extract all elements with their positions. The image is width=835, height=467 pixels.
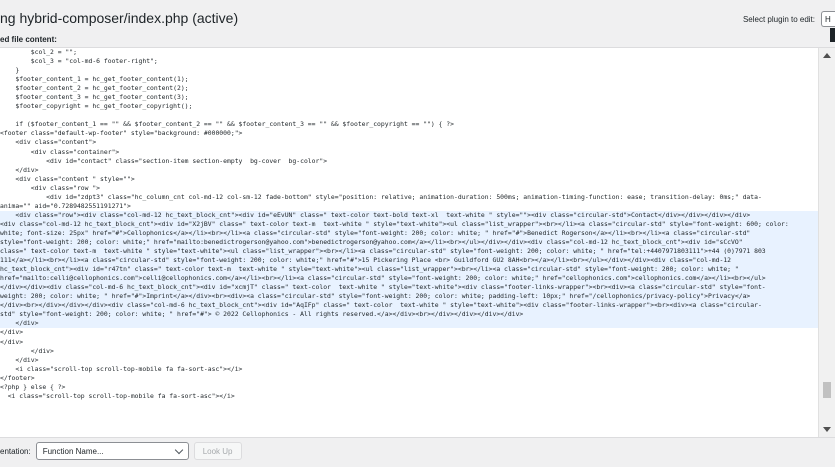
code-line[interactable]: </div> [0, 356, 818, 365]
code-line[interactable]: if ($footer_content_1 == "" && $footer_c… [0, 120, 818, 129]
code-line[interactable]: white; font-size: 25px" href="#">Celloph… [0, 228, 818, 238]
code-line[interactable]: </div><br></div></div></div><div class="… [0, 301, 818, 311]
scroll-up-arrow-icon[interactable] [823, 53, 831, 58]
code-line[interactable]: } [0, 66, 818, 75]
look-up-button[interactable]: Look Up [193, 442, 242, 460]
function-select-value: Function Name... [42, 446, 104, 456]
select-plugin-label: Select plugin to edit: [742, 14, 815, 24]
function-name-select[interactable]: Function Name... [35, 442, 189, 460]
page-title: ng hybrid-composer/index.php (active) [0, 10, 239, 26]
code-line[interactable]: <footer class="default-wp-footer" style=… [0, 129, 818, 138]
documentation-row: entation: Function Name... Look Up [0, 442, 242, 460]
code-line[interactable]: 111</a></li><br></li><a class="circular-… [0, 256, 818, 266]
code-line[interactable]: <div class="content " style=""> [0, 175, 818, 184]
code-line[interactable]: <div class="container"> [0, 148, 818, 157]
code-line[interactable]: style="font-weight: 200; color: white;" … [0, 237, 818, 248]
code-area[interactable]: $col_2 = ""; $col_3 = "col-md-6 footer-r… [0, 48, 818, 437]
code-line[interactable]: href="mailto:celli@cellophonics.com">cel… [0, 274, 818, 284]
code-line[interactable]: hc_text_block_cnt"><div id="r47tn" class… [0, 265, 818, 275]
code-line[interactable]: $col_2 = ""; [0, 48, 818, 57]
code-line[interactable]: $footer_content_2 = hc_get_footer_conten… [0, 84, 818, 93]
code-line[interactable]: $footer_copyright = hc_get_footer_copyri… [0, 102, 818, 111]
code-line[interactable]: <div class="col-md-12 hc_text_block_cnt"… [0, 219, 818, 229]
code-line[interactable]: </div> [0, 328, 818, 337]
selected-file-label: ed file content: [0, 35, 57, 44]
code-editor[interactable]: $col_2 = ""; $col_3 = "col-md-6 footer-r… [0, 47, 835, 438]
code-line[interactable]: <i class="scroll-top scroll-top-mobile f… [0, 392, 818, 401]
plugin-select-group: Select plugin to edit: H [743, 11, 835, 27]
code-line[interactable]: </div> [0, 166, 818, 175]
code-line[interactable]: weight: 200; color: white; " href="#">Im… [0, 292, 818, 302]
editor-scrollbar[interactable] [818, 48, 835, 437]
code-line[interactable] [0, 111, 818, 120]
code-line[interactable]: <div class="row "> [0, 184, 818, 193]
code-line[interactable]: <div class="row"><div class="col-md-12 h… [0, 210, 818, 220]
code-line[interactable]: <div id="zdpt3" class="hc_column_cnt col… [0, 193, 818, 202]
code-line[interactable]: </div></div><div class="col-md-6 hc_text… [0, 283, 818, 293]
code-line[interactable]: $footer_content_1 = hc_get_footer_conten… [0, 75, 818, 84]
documentation-label: entation: [0, 446, 31, 456]
code-line[interactable]: <?php } else { ?> [0, 383, 818, 392]
scroll-down-arrow-icon[interactable] [823, 427, 831, 432]
code-line[interactable]: $col_3 = "col-md-6 footer-right"; [0, 57, 818, 66]
code-line[interactable]: $footer_content_3 = hc_get_footer_conten… [0, 93, 818, 102]
code-line[interactable]: anima="" aid="0.7289482551191271"> [0, 202, 818, 211]
right-edge-marker [830, 28, 835, 42]
scroll-thumb[interactable] [823, 382, 831, 398]
code-line[interactable]: class=" text-color text-m text-white " s… [0, 247, 818, 257]
plugin-select[interactable]: H [821, 11, 835, 27]
code-line[interactable]: <div id="contact" class="section-item se… [0, 157, 818, 166]
code-line[interactable]: </div> [0, 338, 818, 347]
code-line[interactable]: </div> [0, 319, 818, 329]
code-line[interactable]: std" style="font-weight: 200; color: whi… [0, 310, 818, 320]
code-line[interactable]: </footer> [0, 374, 818, 383]
chevron-down-icon [174, 445, 183, 454]
code-line[interactable]: <div class="content"> [0, 138, 818, 147]
code-line[interactable]: </div> [0, 347, 818, 356]
code-line[interactable]: <i class="scroll-top scroll-top-mobile f… [0, 365, 818, 374]
